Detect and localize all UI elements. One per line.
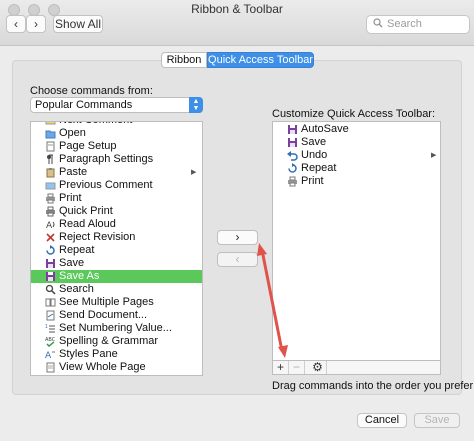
cancel-button[interactable]: Cancel: [357, 413, 407, 428]
save-button[interactable]: Save: [414, 413, 460, 428]
annotation-arrow: [257, 243, 288, 358]
